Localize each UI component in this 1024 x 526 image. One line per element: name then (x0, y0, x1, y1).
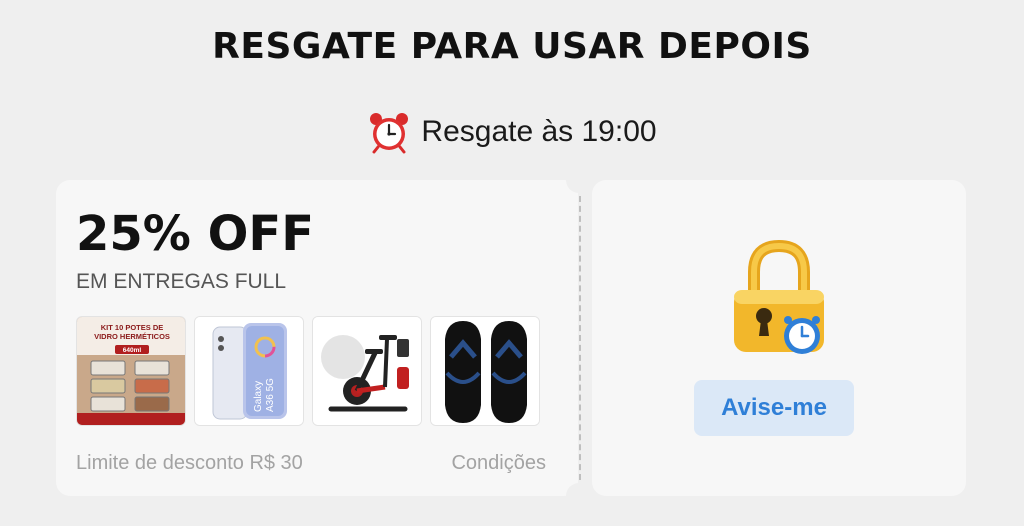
product-thumbnails: KIT 10 POTES DE VIDRO HERMÉTICOS 640ml G… (76, 316, 540, 426)
padlock-clock-icon (724, 234, 834, 364)
redeem-timer: Resgate às 19:00 (0, 110, 1024, 154)
coupon-card[interactable]: 25% OFF EM ENTREGAS FULL KIT 10 POTES DE… (56, 167, 966, 509)
product-thumb-flip-flops[interactable] (430, 316, 540, 426)
svg-text:VIDRO HERMÉTICOS: VIDRO HERMÉTICOS (94, 332, 170, 341)
discount-limit: Limite de desconto R$ 30 (76, 452, 303, 474)
product-thumb-galaxy-phone[interactable]: Galaxy A36 5G (194, 316, 304, 426)
product-thumb-kit-potes[interactable]: KIT 10 POTES DE VIDRO HERMÉTICOS 640ml (76, 316, 186, 426)
conditions-link[interactable]: Condições (451, 452, 546, 475)
coupon-notch-top (566, 167, 592, 193)
discount-value: 25% OFF (76, 206, 314, 262)
product-thumb-spinning-bike[interactable] (312, 316, 422, 426)
svg-text:KIT 10 POTES DE: KIT 10 POTES DE (101, 323, 164, 332)
notify-me-button[interactable]: Avise-me (694, 380, 854, 436)
svg-text:A36 5G: A36 5G (265, 378, 276, 412)
coupon-notch-bottom (566, 483, 592, 509)
coupon-action-panel: Avise-me (592, 180, 966, 496)
timer-text: Resgate às 19:00 (421, 115, 657, 148)
page: RESGATE PARA USAR DEPOIS Resgate às 19:0… (0, 0, 1024, 526)
discount-subtitle: EM ENTREGAS FULL (76, 270, 287, 293)
coupon-details: 25% OFF EM ENTREGAS FULL KIT 10 POTES DE… (56, 180, 578, 496)
page-title: RESGATE PARA USAR DEPOIS (212, 26, 812, 67)
svg-text:Galaxy: Galaxy (253, 381, 264, 412)
alarm-clock-icon (367, 110, 411, 154)
svg-text:640ml: 640ml (123, 347, 142, 354)
coupon-divider (579, 196, 581, 480)
